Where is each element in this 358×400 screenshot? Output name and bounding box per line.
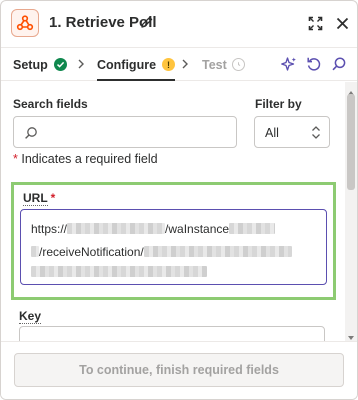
scroll-up-icon[interactable] bbox=[347, 84, 355, 95]
required-field-note: * Indicates a required field bbox=[13, 152, 158, 166]
tab-setup[interactable]: Setup bbox=[13, 48, 67, 81]
expand-icon[interactable] bbox=[307, 15, 323, 31]
redacted-text bbox=[31, 266, 207, 277]
url-label-text: URL bbox=[23, 191, 48, 206]
warning-icon: ! bbox=[162, 58, 176, 71]
step-tabs: Setup Configure ! Test bbox=[1, 47, 357, 81]
filter-by-select[interactable]: All bbox=[254, 116, 330, 148]
tab-configure[interactable]: Configure ! bbox=[97, 48, 176, 81]
tab-configure-label: Configure bbox=[97, 57, 157, 72]
redacted-text bbox=[67, 223, 166, 234]
url-text: /receiveNotification/ bbox=[39, 245, 144, 259]
required-star: * bbox=[13, 152, 18, 166]
redacted-text bbox=[229, 223, 276, 234]
chevron-up-down-icon bbox=[311, 125, 321, 140]
tab-setup-label: Setup bbox=[13, 57, 48, 72]
redacted-text bbox=[31, 246, 39, 257]
url-input[interactable]: https:// /waInstance /receiveNotification… bbox=[20, 209, 327, 285]
url-field-group: URL * https:// /waInstance /receiveNotific… bbox=[11, 182, 336, 300]
check-circle-icon bbox=[53, 58, 67, 71]
redacted-text bbox=[143, 246, 292, 257]
panel-footer: To continue, finish required fields bbox=[1, 341, 357, 399]
search-fields-label: Search fields bbox=[13, 97, 88, 111]
url-text: https:// bbox=[31, 222, 68, 236]
url-line-2: /receiveNotification/ bbox=[31, 245, 292, 259]
filter-by-value: All bbox=[265, 126, 279, 140]
url-label: URL * bbox=[23, 191, 56, 206]
required-star: * bbox=[50, 191, 56, 205]
scroll-down-icon[interactable] bbox=[347, 329, 355, 340]
tab-test[interactable]: Test bbox=[202, 48, 245, 81]
filter-by-label: Filter by bbox=[255, 97, 302, 111]
url-text: /waInstance bbox=[165, 222, 230, 236]
fields-area: Search fields Filter by All * Indicates … bbox=[1, 82, 345, 341]
scroll-thumb[interactable] bbox=[347, 94, 355, 190]
close-icon[interactable] bbox=[334, 15, 350, 31]
sparkle-icon[interactable] bbox=[281, 56, 297, 72]
refresh-icon[interactable] bbox=[306, 56, 322, 72]
search-fields-input[interactable] bbox=[13, 116, 237, 148]
webhook-icon bbox=[11, 9, 39, 37]
search-icon bbox=[24, 126, 38, 140]
clock-icon bbox=[231, 58, 245, 71]
key-input[interactable] bbox=[19, 326, 325, 341]
search-icon[interactable] bbox=[331, 56, 347, 72]
url-line-1: https:// /waInstance bbox=[31, 222, 276, 236]
key-label: Key bbox=[19, 309, 42, 324]
step-editor-panel: 1. Retrieve Poll Setup Configure ! Test … bbox=[0, 0, 358, 400]
chevron-right-icon bbox=[179, 57, 191, 71]
pencil-icon[interactable] bbox=[140, 15, 154, 29]
tab-test-label: Test bbox=[202, 57, 227, 72]
scrollbar[interactable] bbox=[345, 82, 357, 341]
active-tab-indicator bbox=[97, 79, 175, 81]
panel-header: 1. Retrieve Poll bbox=[1, 1, 357, 47]
continue-button[interactable]: To continue, finish required fields bbox=[14, 353, 344, 387]
chevron-right-icon bbox=[75, 57, 87, 71]
required-note-text: Indicates a required field bbox=[21, 152, 158, 166]
